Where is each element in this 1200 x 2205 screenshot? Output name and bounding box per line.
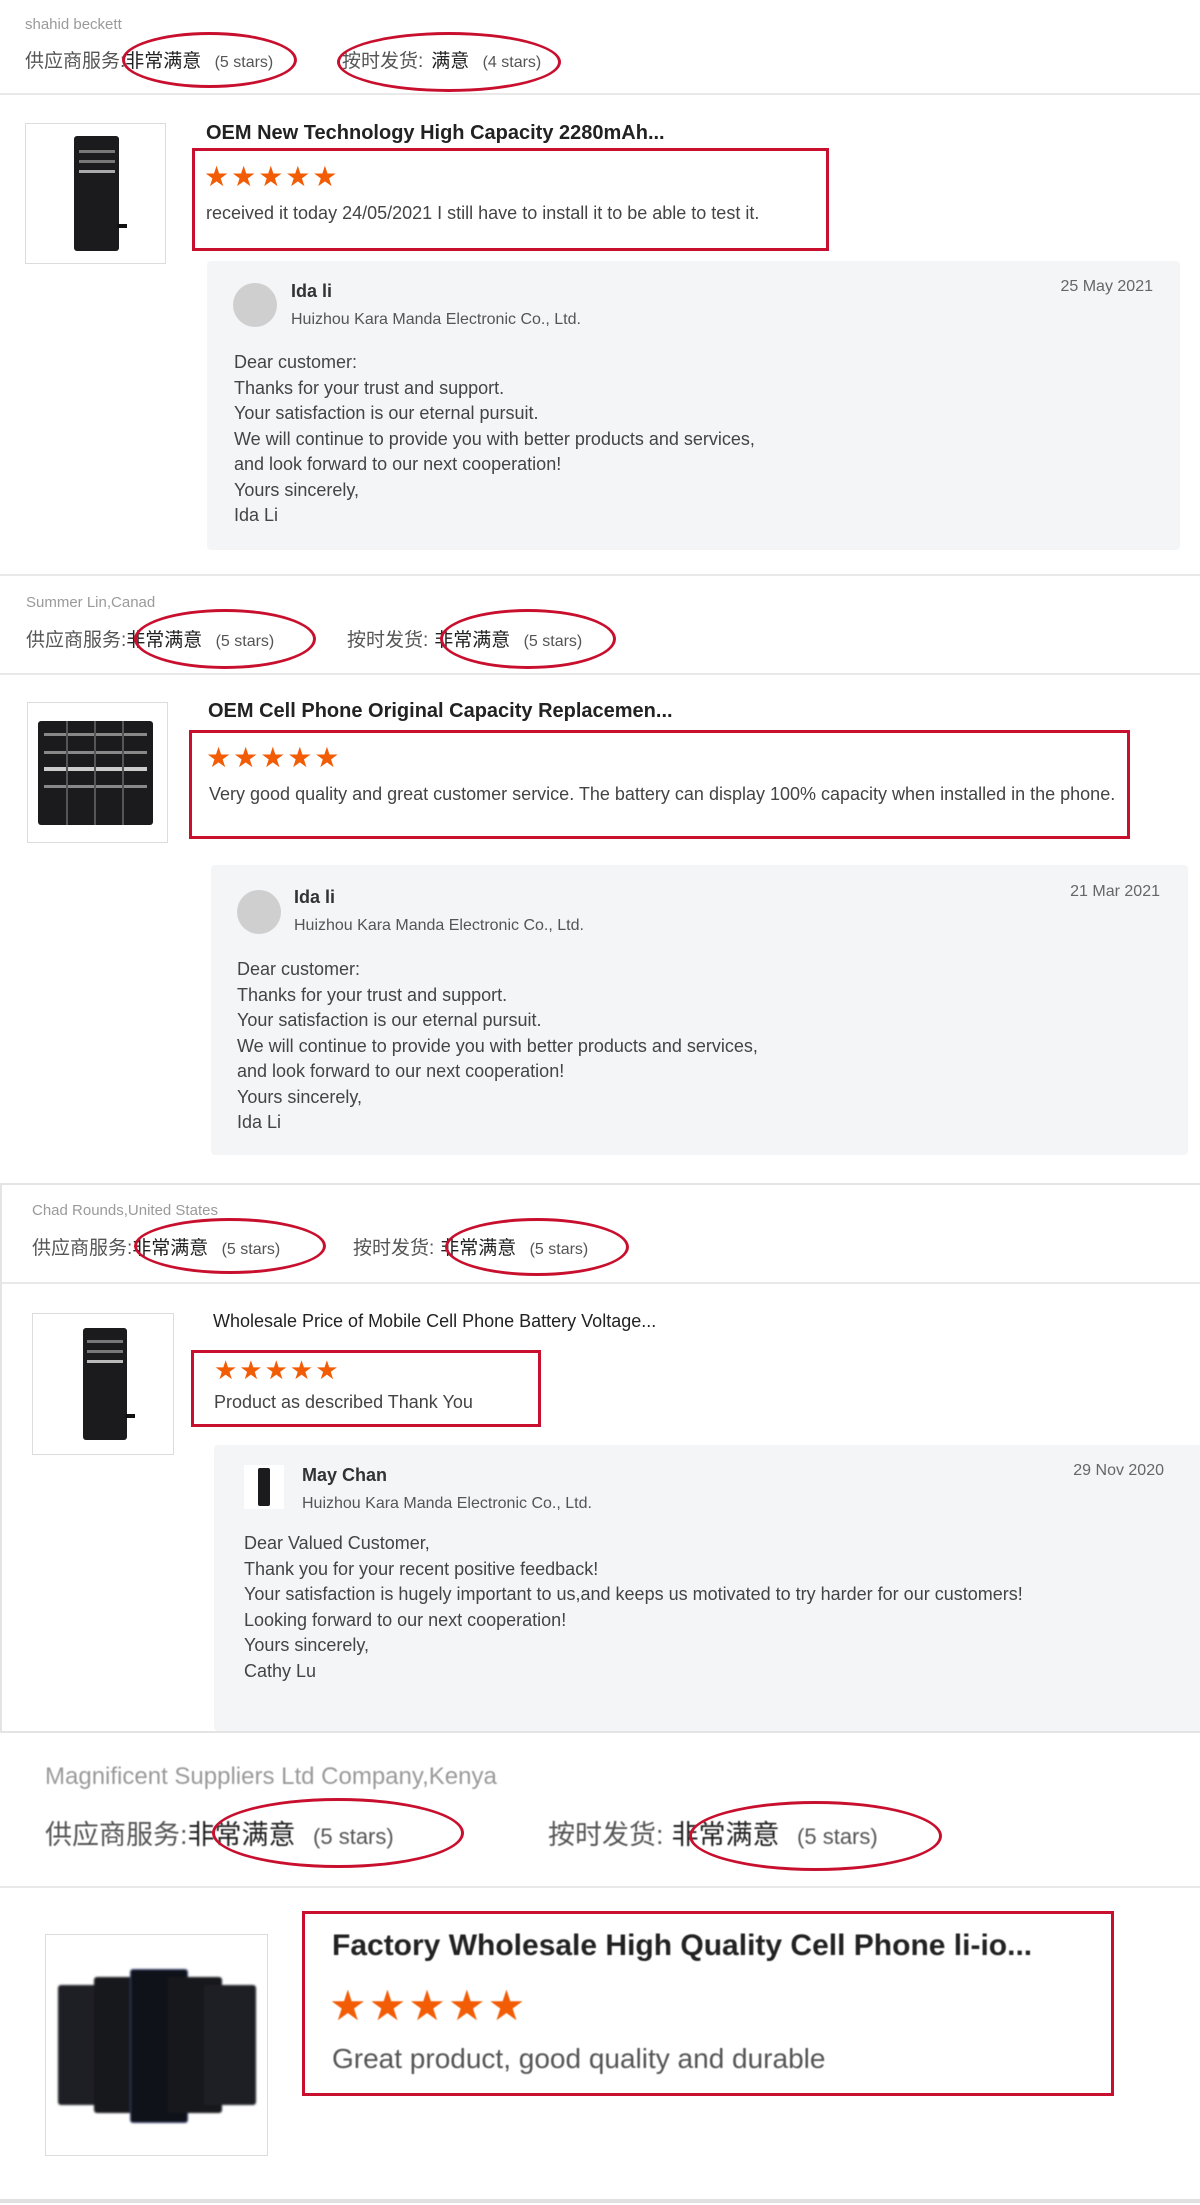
product-thumbnail[interactable] [45,1934,268,2156]
divider [0,2199,1200,2203]
reply-date: 29 Nov 2020 [1073,1462,1164,1479]
review-card: Chad Rounds,United States 供应商服务:非常满意 (5 … [0,1183,1200,1732]
reply-company: Huizhou Kara Manda Electronic Co., Ltd. [294,917,584,934]
reply-company: Huizhou Kara Manda Electronic Co., Ltd. [291,311,581,328]
avatar [244,1465,284,1509]
shipping-label: 按时发货: [353,1238,435,1259]
product-title[interactable]: Wholesale Price of Mobile Cell Phone Bat… [213,1311,656,1332]
product-title[interactable]: OEM New Technology High Capacity 2280mAh… [206,122,665,145]
divider [2,1282,1200,1284]
review-comment: Very good quality and great customer ser… [209,784,1116,804]
product-thumbnail[interactable] [27,702,168,843]
annotation-oval [134,1218,326,1274]
reviewer-name: shahid beckett [25,16,122,33]
product-thumbnail[interactable] [32,1313,174,1455]
supplier-reply: Ida li Huizhou Kara Manda Electronic Co.… [207,261,1180,550]
service-label: 供应商服务: [25,51,126,72]
annotation-oval [122,32,297,88]
avatar [237,890,281,934]
reviewer-name: Chad Rounds,United States [32,1202,218,1219]
divider [0,93,1200,95]
reviewer-name: Summer Lin,Canad [26,594,156,611]
annotation-oval [337,32,561,92]
annotation-oval [212,1798,464,1868]
review-card: Summer Lin,Canad 供应商服务:非常满意 (5 stars) 按时… [0,577,1200,1181]
review-card: shahid beckett 供应商服务:非常满意 (5 stars) 按时发货… [0,0,1200,576]
battery-grid-image [38,721,153,825]
reply-date: 25 May 2021 [1060,278,1153,295]
star-rating: ★★★★★ [204,161,340,192]
supplier-reply: Ida li Huizhou Kara Manda Electronic Co.… [211,865,1188,1155]
reply-message: Dear Valued Customer, Thank you for your… [244,1533,1023,1681]
reply-message: Dear customer: Thanks for your trust and… [234,352,755,525]
battery-stack-image [58,1969,258,2123]
star-rating: ★★★★★ [214,1355,341,1385]
review-comment: Great product, good quality and durable [332,2043,826,2074]
service-label: 供应商服务: [26,630,127,651]
reply-message: Dear customer: Thanks for your trust and… [237,959,758,1132]
reviewer-name: Magnificent Suppliers Ltd Company,Kenya [45,1763,497,1790]
battery-image [83,1328,135,1440]
battery-image [74,136,127,251]
annotation-oval [445,1218,629,1276]
shipping-label: 按时发货: [548,1820,664,1850]
avatar [233,283,277,327]
divider [0,574,1200,576]
product-thumbnail[interactable] [25,123,166,264]
service-label: 供应商服务: [32,1238,133,1259]
annotation-oval [134,609,316,669]
annotation-oval [440,609,616,669]
reply-date: 21 Mar 2021 [1070,883,1160,900]
product-title[interactable]: OEM Cell Phone Original Capacity Replace… [208,700,673,723]
reply-author: Ida li [294,887,336,907]
service-label: 供应商服务: [45,1820,188,1850]
reply-author: Ida li [291,281,333,301]
shipping-label: 按时发货: [347,630,429,651]
star-rating: ★★★★★ [206,742,342,773]
annotation-oval [689,1801,942,1871]
divider [0,1886,1200,1888]
star-rating: ★★★★★ [329,1982,528,2029]
reply-company: Huizhou Kara Manda Electronic Co., Ltd. [302,1495,592,1512]
review-comment: Product as described Thank You [214,1392,473,1412]
review-comment: received it today 24/05/2021 I still hav… [206,203,760,223]
review-card: Magnificent Suppliers Ltd Company,Kenya … [0,1731,1200,2205]
reply-author: May Chan [302,1465,388,1485]
divider [0,673,1200,675]
supplier-reply: May Chan Huizhou Kara Manda Electronic C… [214,1445,1200,1731]
